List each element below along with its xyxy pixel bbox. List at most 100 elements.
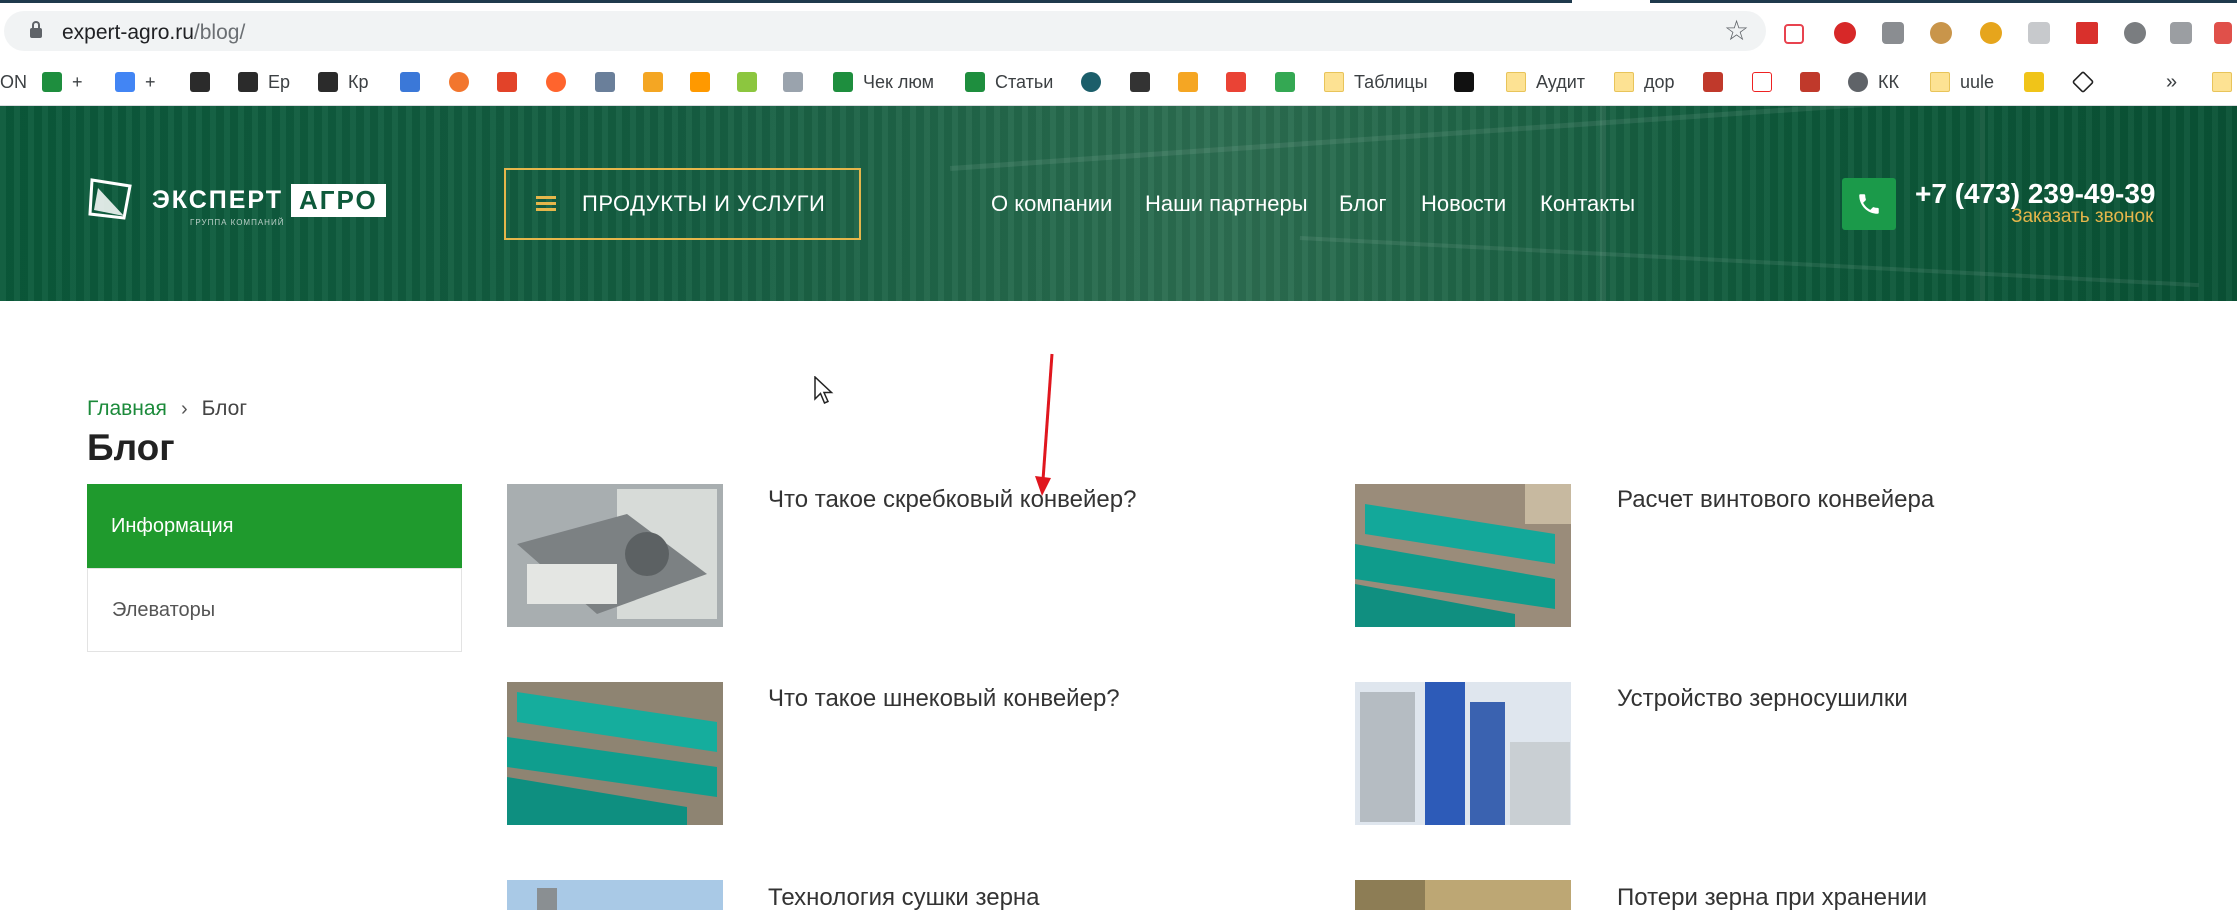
yandex-icon xyxy=(1752,72,1772,92)
check-icon xyxy=(737,72,757,92)
circle-icon xyxy=(1081,72,1101,92)
bookmark-label: + xyxy=(145,71,156,92)
post-thumbnail-drying-technology[interactable] xyxy=(507,880,723,910)
bookmark-24[interactable]: Аудит xyxy=(1506,71,1585,93)
site-header: ЭКСПЕРТ АГРО ГРУППА КОМПАНИЙ ПРОДУКТЫ И … xyxy=(0,106,2237,301)
bookmark-6[interactable] xyxy=(400,71,420,93)
bookmark-31[interactable] xyxy=(2024,71,2044,93)
bookmark-20[interactable] xyxy=(1226,71,1246,93)
extension-50-icon[interactable] xyxy=(1980,22,2002,44)
bookmark-17[interactable] xyxy=(1081,71,1101,93)
sidebar-item-information[interactable]: Информация xyxy=(87,484,462,568)
nav-about[interactable]: О компании xyxy=(991,191,1112,217)
bookmark-8[interactable] xyxy=(497,71,517,93)
bookmark-14[interactable] xyxy=(783,71,803,93)
codepen-icon xyxy=(2071,70,2095,94)
extension-cookie-icon[interactable] xyxy=(1930,22,1952,44)
post-title-grain-storage[interactable]: Потери зерна при хранении xyxy=(1617,884,1927,912)
post-thumbnail-auger-conveyor[interactable] xyxy=(507,682,723,825)
post-image xyxy=(507,484,723,627)
bookmark-7[interactable] xyxy=(449,71,469,93)
bookmark-16[interactable]: Статьи xyxy=(965,71,1053,93)
bookmark-26[interactable] xyxy=(1703,71,1723,93)
post-thumbnail-grain-dryer[interactable] xyxy=(1355,682,1571,825)
bookmark-overflow-folder[interactable] xyxy=(2212,71,2237,93)
bookmark-13[interactable] xyxy=(737,71,757,93)
extension-red-square-icon[interactable] xyxy=(2076,22,2098,44)
extension-s-icon[interactable] xyxy=(2028,22,2050,44)
logo-mark-icon[interactable] xyxy=(88,176,134,222)
semrush-icon xyxy=(546,72,566,92)
bookmark-28[interactable] xyxy=(1800,71,1820,93)
bookmarks-more-button[interactable]: » xyxy=(2166,71,2177,93)
bookmark-label: + xyxy=(72,71,83,92)
logo-text: ЭКСПЕРТ xyxy=(152,186,284,214)
bookmark-19[interactable] xyxy=(1178,71,1198,93)
post-image xyxy=(1355,682,1571,825)
breadcrumb: Главная › Блог xyxy=(87,397,247,421)
lock-icon[interactable] xyxy=(30,21,42,38)
nav-contacts[interactable]: Контакты xyxy=(1540,191,1635,217)
extension-pocket-icon[interactable] xyxy=(2214,22,2232,44)
bookmark-1[interactable]: + xyxy=(42,71,83,93)
post-title-scraper-conveyor[interactable]: Что такое скребковый конвейер? xyxy=(768,486,1136,514)
nav-news[interactable]: Новости xyxy=(1421,191,1506,217)
nav-blog[interactable]: Блог xyxy=(1339,191,1387,217)
bookmark-18[interactable] xyxy=(1130,71,1150,93)
url-text[interactable]: expert-agro.ru/blog/ xyxy=(62,21,245,45)
bookmark-22[interactable]: Таблицы xyxy=(1324,71,1428,93)
header-decor-beam xyxy=(1299,236,2199,288)
products-services-menu-button[interactable]: ПРОДУКТЫ И УСЛУГИ xyxy=(504,168,861,240)
bookmark-5[interactable]: Кр xyxy=(318,71,369,93)
post-title-drying-technology[interactable]: Технология сушки зерна xyxy=(768,884,1040,912)
extension-camera-icon[interactable] xyxy=(1882,22,1904,44)
bookmark-9[interactable] xyxy=(546,71,566,93)
drive-icon xyxy=(1275,72,1295,92)
header-decor-beam xyxy=(950,106,2048,171)
post-thumbnail-grain-storage[interactable] xyxy=(1355,880,1571,910)
extension-seo-icon[interactable] xyxy=(1834,22,1856,44)
logo-wordmark[interactable]: ЭКСПЕРТ АГРО xyxy=(152,184,386,217)
extension-record-icon[interactable] xyxy=(1784,24,1804,44)
bookmark-27[interactable] xyxy=(1752,71,1772,93)
bookmark-2[interactable]: + xyxy=(115,71,156,93)
profile-avatar-icon[interactable] xyxy=(2170,22,2192,44)
bookmark-23[interactable] xyxy=(1454,71,1474,93)
bookmark-12[interactable] xyxy=(690,71,710,93)
page-title: Блог xyxy=(87,427,175,468)
bookmark-15[interactable]: Чек люм xyxy=(833,71,934,93)
post-title-auger-conveyor[interactable]: Что такое шнековый конвейер? xyxy=(768,685,1120,713)
post-thumbnail-scraper-conveyor[interactable] xyxy=(507,484,723,627)
bookmark-11[interactable] xyxy=(643,71,663,93)
bookmark-10[interactable] xyxy=(595,71,615,93)
callback-link[interactable]: Заказать звонок xyxy=(2011,206,2153,228)
grafana-icon xyxy=(449,72,469,92)
logo-box-text: АГРО xyxy=(291,184,386,217)
bars-icon xyxy=(643,72,663,92)
nav-partners[interactable]: Наши партнеры xyxy=(1145,191,1308,217)
folder-icon xyxy=(1324,72,1344,92)
post-image xyxy=(1355,880,1571,910)
phone-icon xyxy=(1859,194,1879,214)
bookmark-29[interactable]: КК xyxy=(1848,71,1899,93)
bookmark-30[interactable]: uule xyxy=(1930,71,1994,93)
xml-icon xyxy=(1800,72,1820,92)
bookmark-label: дор xyxy=(1644,71,1675,92)
bookmark-25[interactable]: дор xyxy=(1614,71,1675,93)
bookmark-star-icon[interactable]: ☆ xyxy=(1724,17,1749,45)
breadcrumb-home-link[interactable]: Главная xyxy=(87,397,167,421)
post-thumbnail-screw-conveyor[interactable] xyxy=(1355,484,1571,627)
bookmark-3[interactable] xyxy=(190,71,210,93)
post-title-screw-conveyor[interactable]: Расчет винтового конвейера xyxy=(1617,486,1934,514)
post-title-grain-dryer[interactable]: Устройство зерносушилки xyxy=(1617,685,1908,713)
bookmark-0[interactable]: ON xyxy=(0,71,27,93)
sidebar-item-elevators[interactable]: Элеваторы xyxy=(87,568,462,652)
extension-leaf-icon[interactable] xyxy=(2124,22,2146,44)
address-bar[interactable]: expert-agro.ru/blog/ ☆ xyxy=(4,11,1766,51)
bookmark-32[interactable] xyxy=(2071,70,2095,94)
phone-button[interactable] xyxy=(1842,178,1896,230)
bookmark-4[interactable]: Ep xyxy=(238,71,290,93)
bookmark-label: Аудит xyxy=(1536,71,1586,92)
bookmark-21[interactable] xyxy=(1275,71,1295,93)
sheets-icon xyxy=(965,72,985,92)
